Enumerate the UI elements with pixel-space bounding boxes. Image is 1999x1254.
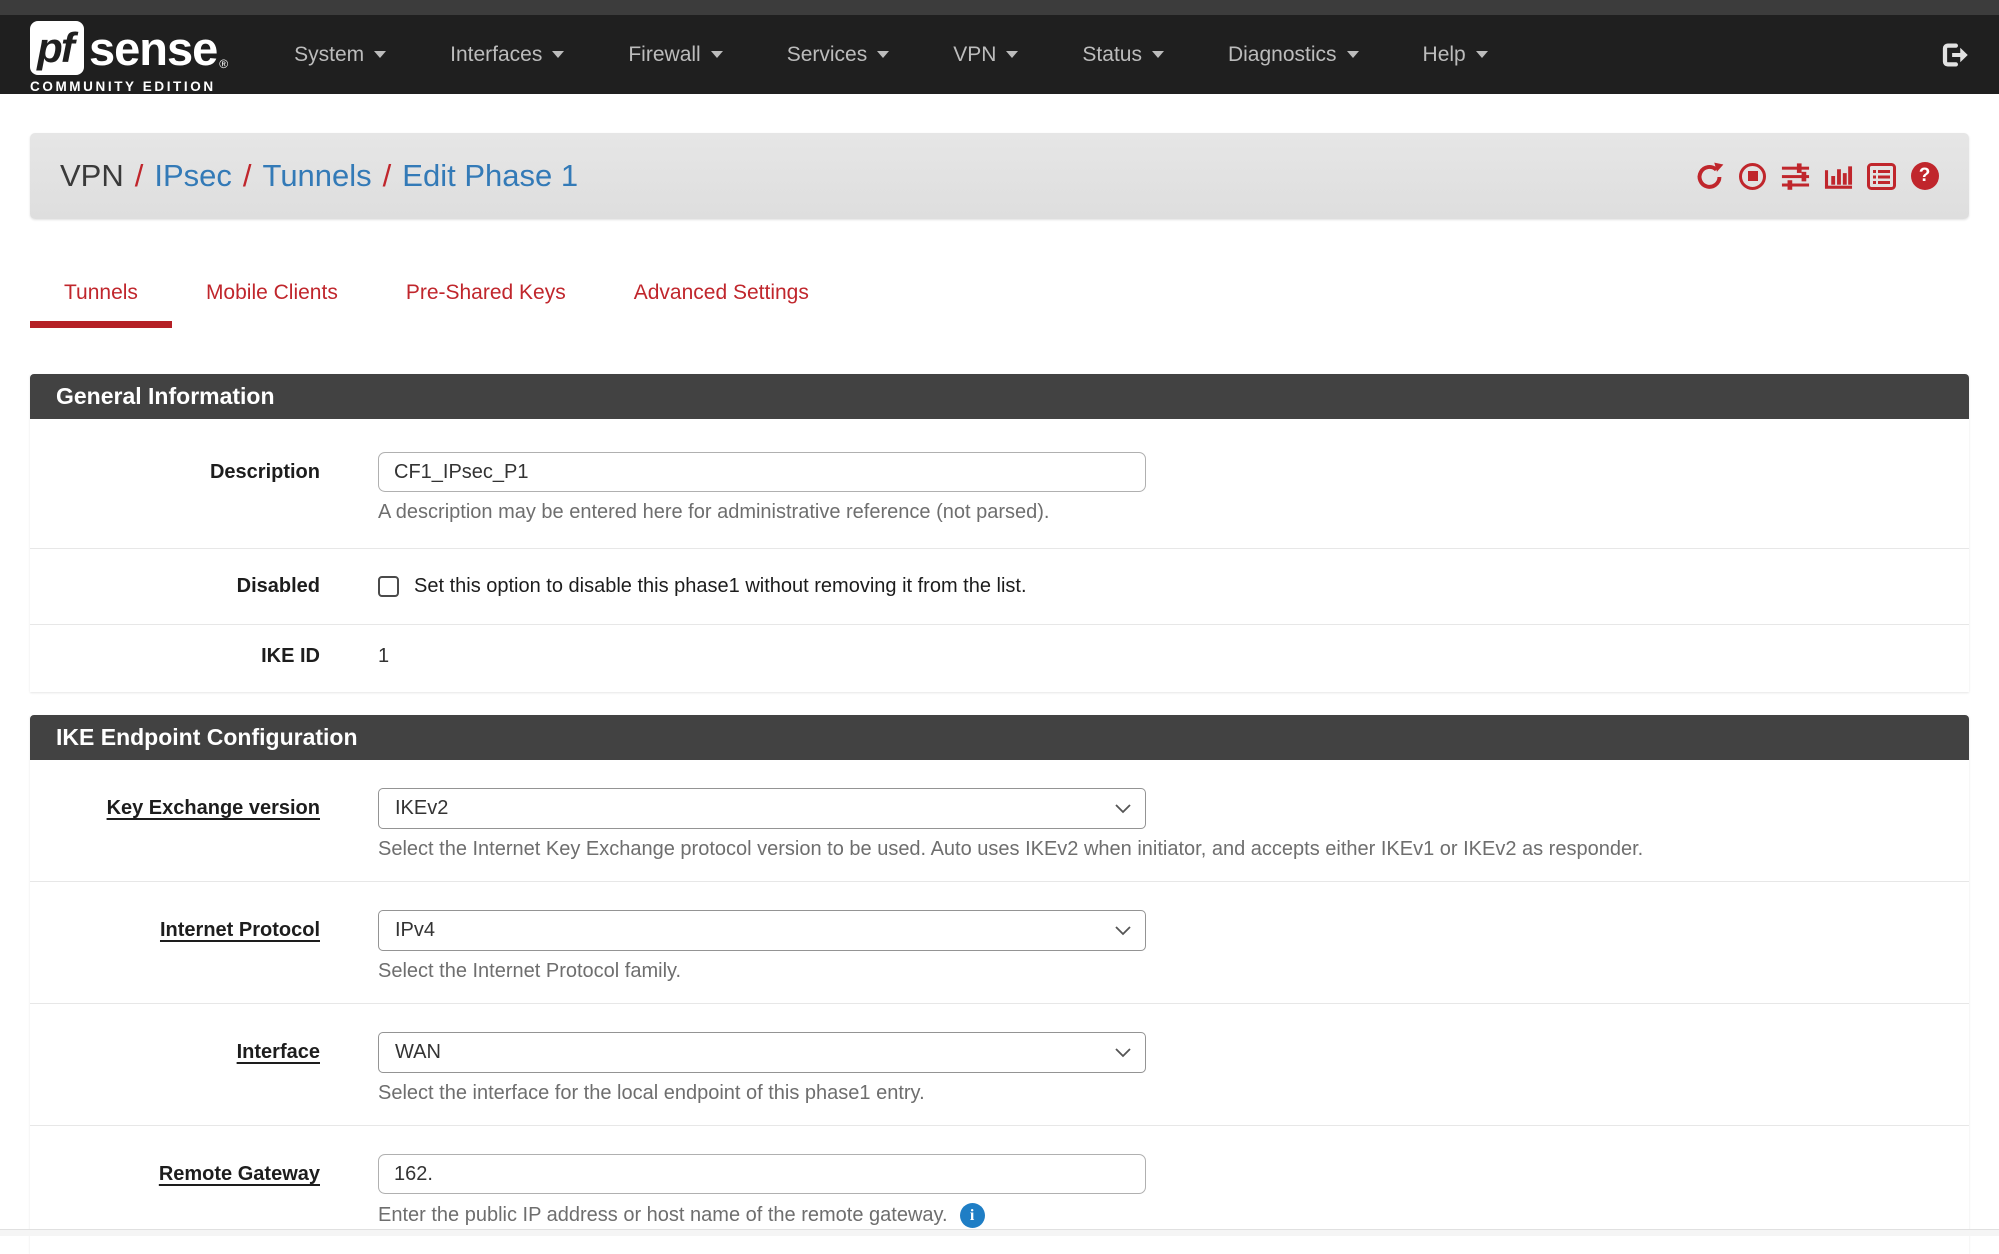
breadcrumb-separator: / (135, 158, 144, 193)
refresh-icon[interactable] (1695, 162, 1724, 191)
key-exchange-row: Key Exchange version IKEv2 Select the In… (30, 760, 1969, 881)
caret-down-icon (877, 51, 889, 58)
nav-item-status[interactable]: Status (1050, 15, 1196, 94)
disabled-checkbox-label: Set this option to disable this phase1 w… (414, 575, 1027, 598)
list-icon[interactable] (1867, 162, 1896, 191)
disabled-checkbox[interactable] (378, 576, 399, 597)
tab-pre-shared-keys[interactable]: Pre-Shared Keys (372, 281, 600, 328)
breadcrumb-link-ipsec[interactable]: IPsec (154, 158, 232, 193)
interface-label[interactable]: Interface (30, 1032, 320, 1105)
nav-item-label: Services (787, 43, 868, 67)
key-exchange-selected-value: IKEv2 (395, 797, 448, 820)
tab-tunnels[interactable]: Tunnels (30, 281, 172, 328)
remote-gateway-help: Enter the public IP address or host name… (378, 1204, 948, 1227)
help-icon[interactable]: ? (1910, 162, 1939, 191)
nav-item-label: VPN (953, 43, 996, 67)
chevron-down-icon (1115, 926, 1131, 936)
ike-endpoint-panel: IKE Endpoint Configuration Key Exchange … (30, 715, 1969, 1254)
caret-down-icon (711, 51, 723, 58)
info-icon[interactable]: i (960, 1203, 985, 1228)
caret-down-icon (1347, 51, 1359, 58)
nav-item-label: Interfaces (450, 43, 542, 67)
ike-id-row: IKE ID 1 (30, 624, 1969, 692)
caret-down-icon (374, 51, 386, 58)
logo-sense-text: sense (89, 23, 217, 75)
internet-protocol-help: Select the Internet Protocol family. (378, 960, 1939, 983)
breadcrumb-root: VPN (60, 158, 124, 193)
nav-item-label: Status (1082, 43, 1142, 67)
interface-select[interactable]: WAN (378, 1032, 1146, 1073)
nav-item-interfaces[interactable]: Interfaces (418, 15, 596, 94)
caret-down-icon (1476, 51, 1488, 58)
internet-protocol-select[interactable]: IPv4 (378, 910, 1146, 951)
description-help: A description may be entered here for ad… (378, 501, 1939, 524)
nav-item-vpn[interactable]: VPN (921, 15, 1050, 94)
key-exchange-select[interactable]: IKEv2 (378, 788, 1146, 829)
nav-menu: System Interfaces Firewall Services VPN … (262, 15, 1520, 94)
breadcrumb-link-edit-phase1[interactable]: Edit Phase 1 (402, 158, 578, 193)
internet-protocol-row: Internet Protocol IPv4 Select the Intern… (30, 881, 1969, 1003)
description-input[interactable] (378, 452, 1146, 492)
disabled-label: Disabled (30, 575, 320, 598)
nav-item-system[interactable]: System (262, 15, 418, 94)
registered-mark: ® (219, 57, 228, 71)
interface-row: Interface WAN Select the interface for t… (30, 1003, 1969, 1125)
nav-item-label: System (294, 43, 364, 67)
logo-subtitle: COMMUNITY EDITION (30, 79, 228, 94)
window-top-strip (0, 0, 1999, 15)
description-label: Description (30, 452, 320, 524)
interface-help: Select the interface for the local endpo… (378, 1082, 1939, 1105)
bar-chart-icon[interactable] (1824, 162, 1853, 191)
main-navbar: pf sense ® COMMUNITY EDITION System Inte… (0, 15, 1999, 94)
nav-item-label: Help (1423, 43, 1466, 67)
nav-item-services[interactable]: Services (755, 15, 922, 94)
ike-id-label: IKE ID (30, 645, 320, 668)
section-title-general-information: General Information (30, 374, 1969, 419)
caret-down-icon (1152, 51, 1164, 58)
breadcrumb-bar: VPN / IPsec / Tunnels / Edit Phase 1 (30, 133, 1969, 219)
breadcrumb: VPN / IPsec / Tunnels / Edit Phase 1 (60, 158, 578, 194)
sliders-icon[interactable] (1781, 162, 1810, 191)
nav-item-label: Diagnostics (1228, 43, 1337, 67)
tab-mobile-clients[interactable]: Mobile Clients (172, 281, 372, 328)
pf-logo-mark: pf (30, 21, 84, 75)
internet-protocol-label[interactable]: Internet Protocol (30, 910, 320, 983)
remote-gateway-input[interactable] (378, 1154, 1146, 1194)
caret-down-icon (1006, 51, 1018, 58)
internet-protocol-selected-value: IPv4 (395, 919, 435, 942)
breadcrumb-actions: ? (1695, 162, 1939, 191)
nav-item-help[interactable]: Help (1391, 15, 1520, 94)
chevron-down-icon (1115, 1048, 1131, 1058)
nav-item-firewall[interactable]: Firewall (596, 15, 754, 94)
page-tabs: Tunnels Mobile Clients Pre-Shared Keys A… (30, 281, 1969, 328)
caret-down-icon (552, 51, 564, 58)
breadcrumb-link-tunnels[interactable]: Tunnels (263, 158, 372, 193)
chevron-down-icon (1115, 804, 1131, 814)
disabled-row: Disabled Set this option to disable this… (30, 548, 1969, 624)
tab-advanced-settings[interactable]: Advanced Settings (600, 281, 843, 328)
remote-gateway-label[interactable]: Remote Gateway (30, 1154, 320, 1228)
nav-item-label: Firewall (628, 43, 700, 67)
section-title-ike-endpoint: IKE Endpoint Configuration (30, 715, 1969, 760)
key-exchange-help: Select the Internet Key Exchange protoco… (378, 838, 1939, 861)
page-bottom-strip (0, 1229, 1999, 1236)
stop-icon[interactable] (1738, 162, 1767, 191)
general-information-panel: General Information Description A descri… (30, 374, 1969, 692)
interface-selected-value: WAN (395, 1041, 441, 1064)
description-row: Description A description may be entered… (30, 419, 1969, 548)
pfsense-logo[interactable]: pf sense ® COMMUNITY EDITION (30, 15, 228, 94)
breadcrumb-separator: / (383, 158, 392, 193)
sign-out-icon[interactable] (1939, 40, 1969, 70)
ike-id-value: 1 (378, 645, 1939, 668)
nav-item-diagnostics[interactable]: Diagnostics (1196, 15, 1391, 94)
key-exchange-label[interactable]: Key Exchange version (30, 788, 320, 861)
breadcrumb-separator: / (243, 158, 252, 193)
